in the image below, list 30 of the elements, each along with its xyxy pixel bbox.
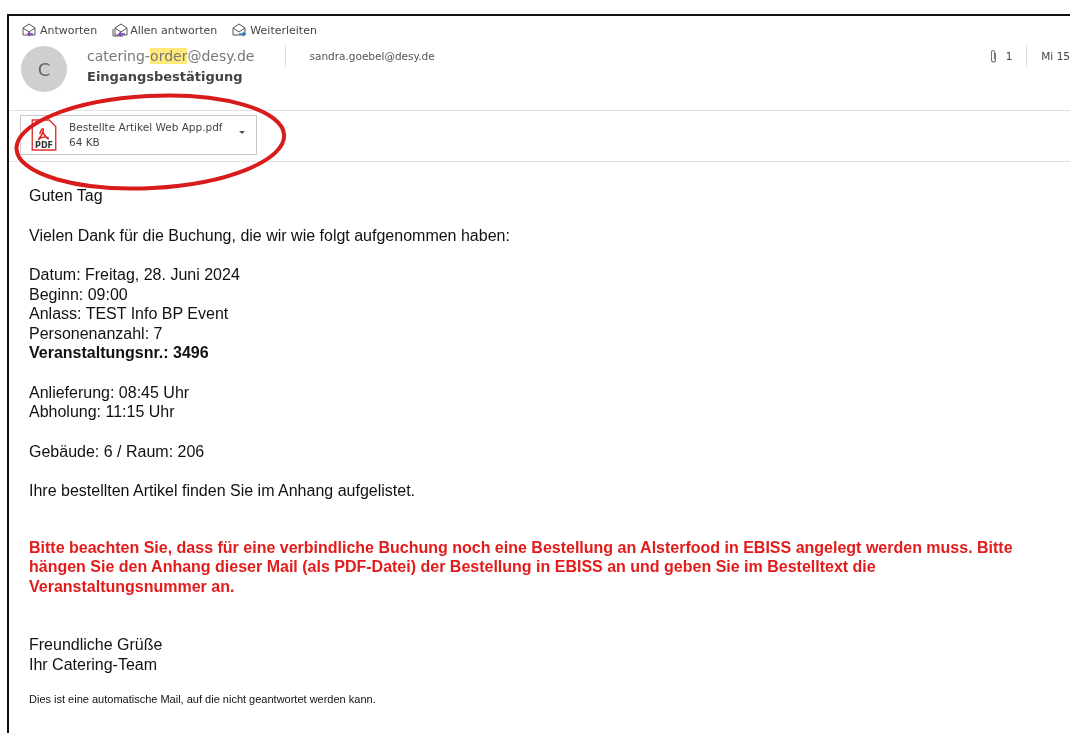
body-text: Veranstaltungsnr.: 3496 [29,343,210,363]
caret-icon [238,130,246,135]
footer-note: Dies ist eine automatische Mail, auf die nicht geantwortet werden kann. [29,692,377,707]
body-text: Abholung: 11:15 Uhr [29,402,176,422]
reply-button[interactable]: Antworten [21,22,98,38]
reply-all-button[interactable]: Allen antworten [111,22,218,38]
body-text: Beginn: 09:00 [29,284,129,304]
paperclip-icon [988,48,998,64]
received-date: Mi 15 [1041,50,1070,62]
body-text: Ihr Catering-Team [29,654,159,674]
attachment-count: 1 [1005,50,1013,62]
warning-text: Bitte beachten Sie, dass für eine verbindliche Buchung noch eine Bestellung an Alsterfood in EBISS angelegt werden muss. Bitte hängen Sie den Anhang dieser Mail (als PDF-Datei) der Bestellung in EBISS an und geben Sie im Bestelltext die Veranstaltungsnummer an. [29,537,1014,596]
body-text: Anlieferung: 08:45 Uhr [29,382,191,402]
body-text: Datum: Freitag, 28. Juni 2024 [29,265,241,285]
mail-subject: Eingangsbestätigung [87,69,244,84]
recipient-address: sandra.goebel@desy.de [309,50,435,62]
attachment-name: Bestellte Artikel Web App.pdf [69,120,223,135]
attachment-size: 64 KB [69,135,101,150]
reply-all-icon [111,22,129,38]
forward-icon [231,22,249,38]
forward-button[interactable]: Weiterleiten [231,22,317,38]
reply-icon [21,22,38,38]
body-text: Anlass: TEST Info BP Event [29,304,230,324]
body-text: Personenanzahl: 7 [29,323,164,343]
body-text: Freundliche Grüße [29,635,164,655]
body-text: Ihre bestellten Artikel finden Sie im Anhang aufgelistet. [29,481,416,501]
avatar: C [21,46,67,92]
body-text: Guten Tag [29,186,104,206]
body-text: Vielen Dank für die Buchung, die wir wie folgt aufgenommen haben: [29,225,511,245]
body-text: Gebäude: 6 / Raum: 206 [29,441,206,461]
